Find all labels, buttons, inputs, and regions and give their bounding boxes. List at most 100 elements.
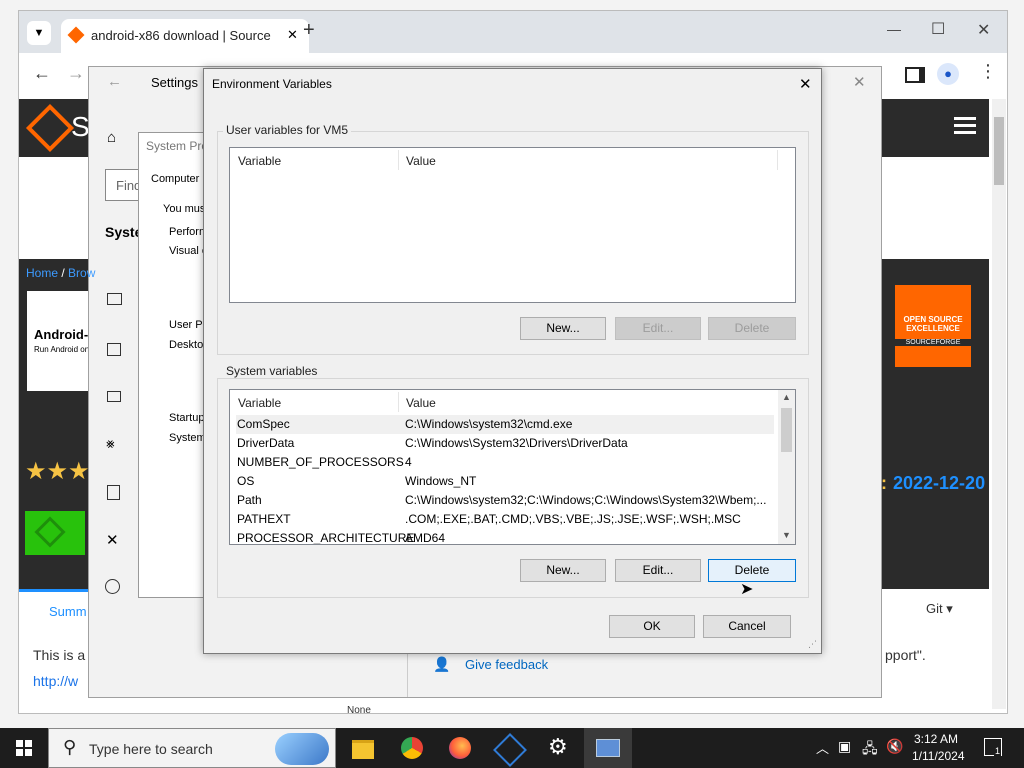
taskbar-search-box[interactable]: ⚲ Type here to search — [48, 728, 336, 768]
user-profiles-group: User Pr — [169, 319, 207, 331]
scroll-up-icon[interactable]: ▲ — [782, 392, 791, 402]
breadcrumb-home[interactable]: Home — [26, 266, 58, 280]
multitasking-icon[interactable] — [107, 343, 121, 356]
settings-close-icon[interactable]: ✕ — [853, 73, 866, 91]
remote-desktop-icon[interactable]: ✕ — [106, 531, 119, 549]
browser-tab[interactable]: android-x86 download | Source ✕ — [61, 19, 309, 53]
taskbar-search-placeholder: Type here to search — [89, 741, 213, 757]
project-link[interactable]: http://w — [33, 673, 78, 689]
system-variable-row[interactable]: OS Windows_NT — [236, 472, 774, 491]
variable-name: PROCESSOR_ARCHITECTURE — [237, 531, 415, 545]
user-col-variable[interactable]: Variable — [238, 154, 281, 168]
breadcrumb-browse[interactable]: Brow — [68, 266, 95, 280]
sidebar-toggle-icon[interactable] — [905, 67, 925, 83]
system-variable-row[interactable]: ComSpec C:\Windows\system32\cmd.exe — [236, 415, 774, 434]
download-button[interactable] — [25, 511, 85, 555]
chevron-down-icon: ▼ — [33, 27, 45, 39]
system-variables-list[interactable]: Variable Value ComSpec C:\Windows\system3… — [229, 389, 796, 545]
chrome-icon[interactable] — [401, 737, 423, 759]
system-variable-row[interactable]: NUMBER_OF_PROCESSORS 4 — [236, 453, 774, 472]
env-title: Environment Variables — [212, 77, 332, 91]
system-variable-row[interactable]: Path C:\Windows\system32;C:\Windows;C:\Wi… — [236, 491, 774, 510]
settings-title: Settings — [151, 75, 198, 90]
close-button[interactable]: ✕ — [977, 20, 990, 40]
summary-tab[interactable]: Summ — [19, 589, 91, 632]
user-edit-button[interactable]: Edit... — [615, 317, 701, 340]
active-app-indicator[interactable] — [584, 728, 632, 768]
home-icon[interactable]: ⌂ — [107, 129, 116, 146]
system-variable-row[interactable]: PATHEXT .COM;.EXE;.BAT;.CMD;.VBS;.VBE;.JS… — [236, 510, 774, 529]
feedback-icon: 👤 — [433, 656, 451, 672]
taskbar: ⚲ Type here to search ⚙ ︿ ▣ 🖧 🔇 3:12 AM … — [0, 728, 1024, 768]
display-icon[interactable] — [107, 293, 122, 305]
env-close-icon[interactable]: ✕ — [799, 75, 812, 93]
clock-date[interactable]: 1/11/2024 — [912, 749, 965, 763]
cancel-button[interactable]: Cancel — [703, 615, 791, 638]
minimize-button[interactable]: — — [887, 21, 901, 37]
virtualbox-icon[interactable] — [493, 733, 527, 767]
user-variables-label: User variables for VM5 — [223, 123, 352, 137]
search-icon: ⚲ — [63, 737, 77, 757]
about-icon[interactable] — [105, 579, 120, 594]
tray-security-icon[interactable]: ▣ — [838, 738, 851, 755]
shared-experiences-icon[interactable]: ⨳ — [106, 435, 115, 452]
system-variable-row[interactable]: PROCESSOR_ARCHITECTURE AMD64 — [236, 529, 774, 545]
system-properties-window: System Pro Computer N You mus Perform Vi… — [138, 132, 210, 598]
give-feedback-link[interactable]: Give feedback — [465, 657, 548, 672]
system-variable-row[interactable]: DriverData C:\Windows\System32\Drivers\Dr… — [236, 434, 774, 453]
tray-overflow-icon[interactable]: ︿ — [816, 738, 829, 757]
list-scrollbar-thumb[interactable] — [781, 408, 792, 452]
user-new-button[interactable]: New... — [520, 317, 606, 340]
user-col-value[interactable]: Value — [406, 154, 436, 168]
forward-arrow-icon[interactable]: → — [67, 63, 85, 84]
page-scrollbar-thumb[interactable] — [994, 117, 1004, 185]
settings-gear-icon[interactable]: ⚙ — [548, 734, 568, 760]
system-col-value[interactable]: Value — [406, 396, 436, 410]
back-arrow-icon[interactable]: ← — [33, 63, 51, 84]
more-menu-icon[interactable]: ⋮ — [979, 61, 997, 82]
file-explorer-icon[interactable] — [352, 740, 374, 759]
tab-list-button[interactable]: ▼ — [27, 21, 51, 45]
sourceforge-logo-icon[interactable] — [25, 103, 75, 153]
scroll-down-icon[interactable]: ▼ — [782, 530, 791, 540]
system-edit-button[interactable]: Edit... — [615, 559, 701, 582]
description-tail: pport". — [885, 647, 926, 663]
user-variables-list[interactable]: Variable Value — [229, 147, 796, 303]
clipboard-icon[interactable] — [107, 485, 120, 500]
open-source-badge: OPEN SOURCE EXCELLENCE SOURCEFORGE — [895, 285, 971, 367]
volume-muted-icon[interactable]: 🔇 — [886, 738, 903, 755]
user-col-divider-end — [777, 150, 778, 170]
system-new-button[interactable]: New... — [520, 559, 606, 582]
firefox-icon[interactable] — [449, 737, 471, 759]
variable-name: NUMBER_OF_PROCESSORS — [237, 455, 404, 469]
badge-line-2: EXCELLENCE — [906, 324, 960, 333]
variable-name: DriverData — [237, 436, 295, 450]
variable-value: 4 — [405, 455, 412, 469]
mouse-cursor-icon: ➤ — [740, 581, 754, 598]
tab-close-icon[interactable]: ✕ — [287, 27, 298, 43]
windows-start-icon[interactable] — [16, 740, 32, 756]
sysprop-tab[interactable]: Computer N — [151, 173, 210, 185]
badge-brand: SOURCEFORGE — [895, 339, 971, 346]
ok-button[interactable]: OK — [609, 615, 695, 638]
system-col-variable[interactable]: Variable — [238, 396, 281, 410]
hamburger-menu-icon[interactable] — [954, 117, 976, 120]
settings-back-icon[interactable]: ← — [107, 73, 122, 90]
list-scrollbar[interactable]: ▲ ▼ — [778, 390, 795, 544]
projecting-icon[interactable] — [107, 391, 121, 402]
variable-value: C:\Windows\system32;C:\Windows;C:\Window… — [405, 493, 767, 507]
settings-divider — [407, 647, 408, 697]
network-icon[interactable]: 🖧 — [862, 738, 878, 762]
variable-name: ComSpec — [237, 417, 290, 431]
new-tab-button[interactable]: + — [303, 19, 315, 42]
user-delete-button[interactable]: Delete — [708, 317, 796, 340]
clock-time[interactable]: 3:12 AM — [914, 732, 958, 746]
page-scrollbar[interactable] — [992, 99, 1006, 709]
resize-grip-icon[interactable]: ⋰ — [808, 639, 817, 650]
tab-bar: ▼ android-x86 download | Source ✕ + — ☐ … — [19, 11, 1007, 53]
notification-count: 1 — [994, 746, 1002, 756]
maximize-button[interactable]: ☐ — [931, 19, 945, 39]
profile-icon[interactable]: ● — [937, 63, 959, 85]
variable-value: C:\Windows\System32\Drivers\DriverData — [405, 436, 628, 450]
git-tab[interactable]: Git ▾ — [926, 601, 953, 617]
